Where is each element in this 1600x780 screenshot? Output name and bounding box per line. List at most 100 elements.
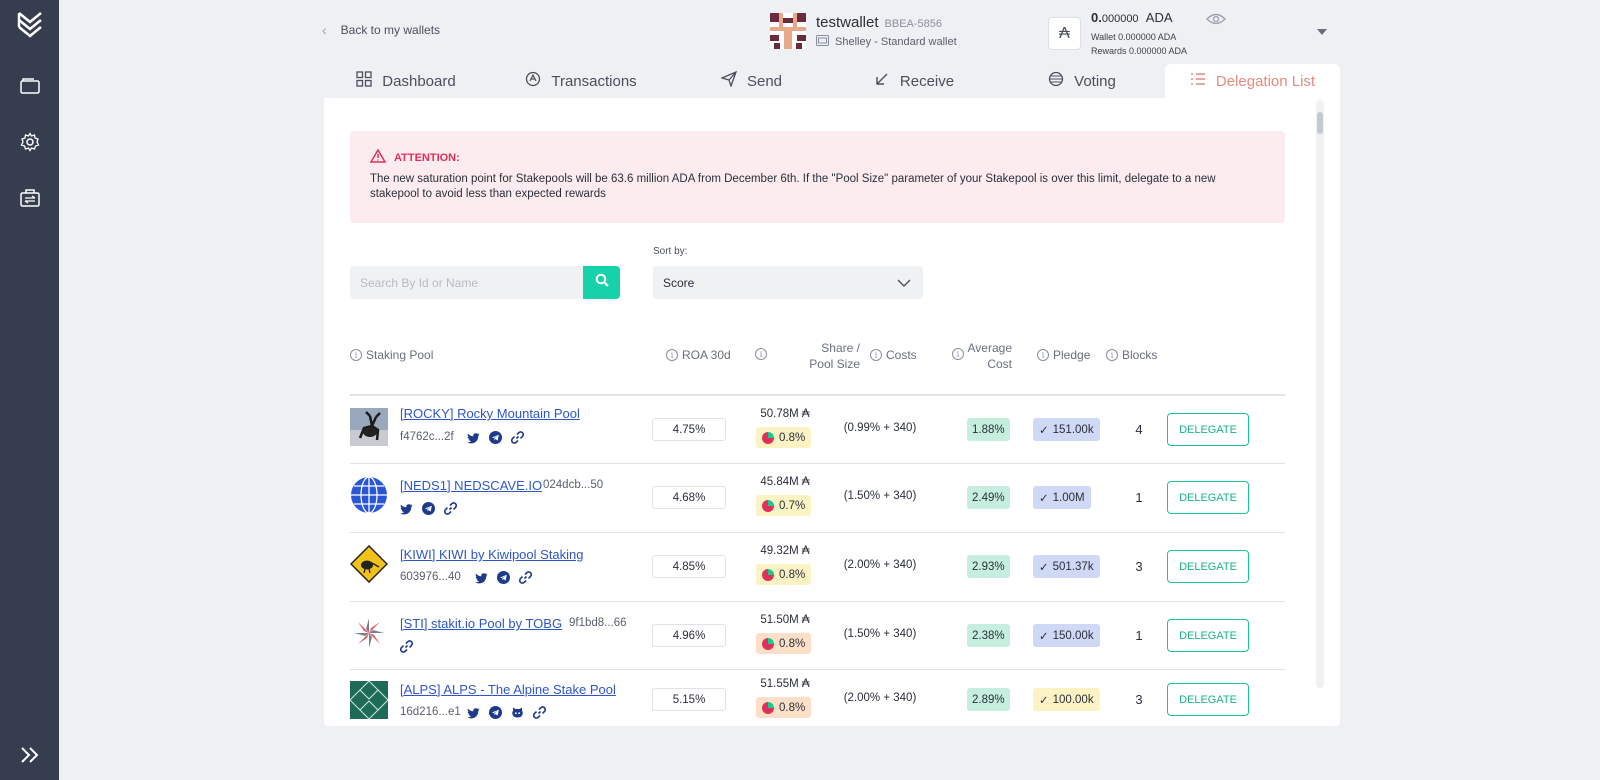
pool-id: 024dcb...50 [543,479,604,491]
info-icon[interactable]: i [952,348,964,360]
settings-gear-icon[interactable] [0,122,59,162]
balance-block: ₳ 0.000000 ADA Wallet 0.000000 ADA Rewar… [1048,10,1187,58]
telegram-icon[interactable] [489,706,502,724]
delegate-button[interactable]: DELEGATE [1167,683,1249,716]
telegram-icon[interactable] [422,502,435,520]
logo-icon[interactable] [0,4,59,44]
pool-name-link[interactable]: [ROCKY] Rocky Mountain Pool [400,406,580,421]
wallet-balance-line: Wallet 0.000000 ADA [1091,32,1177,42]
pool-logo [350,408,388,446]
pie-chart-icon [762,499,774,512]
search-input[interactable] [350,266,583,299]
pool-name-link[interactable]: [NEDS1] NEDSCAVE.IO [400,478,542,493]
costs-value: (2.00% + 340) [843,692,917,704]
check-icon: ✓ [1039,492,1049,505]
wallet-dropdown-icon[interactable] [1317,29,1327,35]
tab-delegation-list[interactable]: Delegation List [1165,64,1340,98]
telegram-icon[interactable] [489,431,502,449]
back-to-wallets-link[interactable]: ‹ Back to my wallets [322,22,440,38]
pool-name-link[interactable]: [STI] stakit.io Pool by TOBG [400,616,562,631]
delegate-button[interactable]: DELEGATE [1167,550,1249,583]
info-icon[interactable]: i [666,349,678,361]
tab-receive[interactable]: Receive [829,64,999,98]
header-share-pool-size[interactable]: Share / Pool Size [784,340,860,372]
header-blocks[interactable]: i Blocks [1106,348,1157,362]
tab-dashboard[interactable]: Dashboard [324,64,488,98]
header-average-label: Average [967,341,1012,355]
info-icon[interactable]: i [870,349,882,361]
alert-title: ATTENTION: [394,151,460,164]
exchange-icon[interactable] [0,178,59,218]
search-button[interactable] [583,266,620,299]
sort-value: Score [663,275,695,290]
header-avg-info[interactable]: i [952,348,964,360]
check-icon: ✓ [1039,630,1049,643]
wallet-name: testwallet [816,13,879,31]
average-cost-badge: 1.88% [967,418,1010,441]
twitter-icon[interactable] [467,706,480,724]
header-pledge[interactable]: i Pledge [1037,348,1090,362]
table-row: [STI] stakit.io Pool by TOBG 9f1bd8...66… [350,601,1285,669]
check-icon: ✓ [1039,561,1049,574]
header-costs[interactable]: i Costs [870,348,917,362]
roa-value: 5.15% [652,688,726,711]
balance-dec: 000000 [1101,13,1139,25]
twitter-icon[interactable] [467,431,480,449]
pledge-value: 151.00k [1052,423,1094,436]
header-share-info[interactable]: i [755,348,767,360]
header-roa[interactable]: i ROA 30d [666,348,731,362]
info-icon[interactable]: i [1106,349,1118,361]
costs-value: (2.00% + 340) [843,559,917,571]
telegram-icon[interactable] [497,571,510,589]
costs-value: (0.99% + 340) [843,422,917,434]
pool-name-link[interactable]: [ALPS] ALPS - The Alpine Stake Pool [400,682,616,697]
github-icon[interactable] [511,706,524,724]
pool-id: 16d216...e1 [400,706,461,718]
expand-sidebar-icon[interactable] [0,735,59,775]
pie-chart-icon [762,568,774,581]
eye-icon[interactable] [1206,12,1226,30]
pie-chart-icon [762,637,774,650]
table-row: [NEDS1] NEDSCAVE.IO 024dcb...50 4.68% 45… [350,463,1285,531]
wallet-icon[interactable] [0,66,59,106]
pledge-value: 1.00M [1052,491,1085,504]
pledge-value: 501.37k [1052,560,1094,573]
pool-id: 9f1bd8...66 [569,617,627,629]
pool-size-value: 0.8% [779,568,806,581]
tab-voting[interactable]: Voting [999,64,1165,98]
warning-icon [369,148,387,166]
link-icon[interactable] [510,431,525,449]
costs-value: (1.50% + 340) [843,490,917,502]
header-staking-pool[interactable]: i Staking Pool [350,348,433,362]
scrollbar[interactable] [1316,100,1324,688]
info-icon[interactable]: i [755,348,767,360]
info-icon[interactable]: i [350,349,362,361]
pledge-value: 100.00k [1052,693,1094,706]
delegate-button[interactable]: DELEGATE [1167,481,1249,514]
header-average-cost[interactable]: Average Cost [964,340,1012,372]
wallet-type-icon [816,34,829,49]
header-cost-label: Cost [987,357,1012,371]
info-icon[interactable]: i [1037,349,1049,361]
twitter-icon[interactable] [400,502,413,520]
table-row: [KIWI] KIWI by Kiwipool Staking 603976..… [349,532,1285,600]
header-pool-size-label: Pool Size [809,357,860,371]
pool-name-link[interactable]: [KIWI] KIWI by Kiwipool Staking [400,547,584,562]
tab-send[interactable]: Send [674,64,829,98]
header-costs-label: Costs [886,348,917,362]
tab-transactions[interactable]: Transactions [488,64,674,98]
blocks-value: 1 [1135,628,1143,643]
link-icon[interactable] [518,571,533,589]
link-icon[interactable] [443,502,458,520]
sort-select[interactable]: Score [653,266,923,299]
delegate-button[interactable]: DELEGATE [1167,413,1249,446]
scrollbar-thumb[interactable] [1317,112,1323,134]
pie-chart-icon [762,701,774,714]
delegate-button[interactable]: DELEGATE [1167,619,1249,652]
link-icon[interactable] [399,640,414,658]
link-icon[interactable] [532,706,547,724]
wallet-type: Shelley - Standard wallet [835,35,957,48]
twitter-icon[interactable] [475,571,488,589]
alert-text: The new saturation point for Stakepools … [370,173,1216,200]
back-label: Back to my wallets [340,23,441,37]
